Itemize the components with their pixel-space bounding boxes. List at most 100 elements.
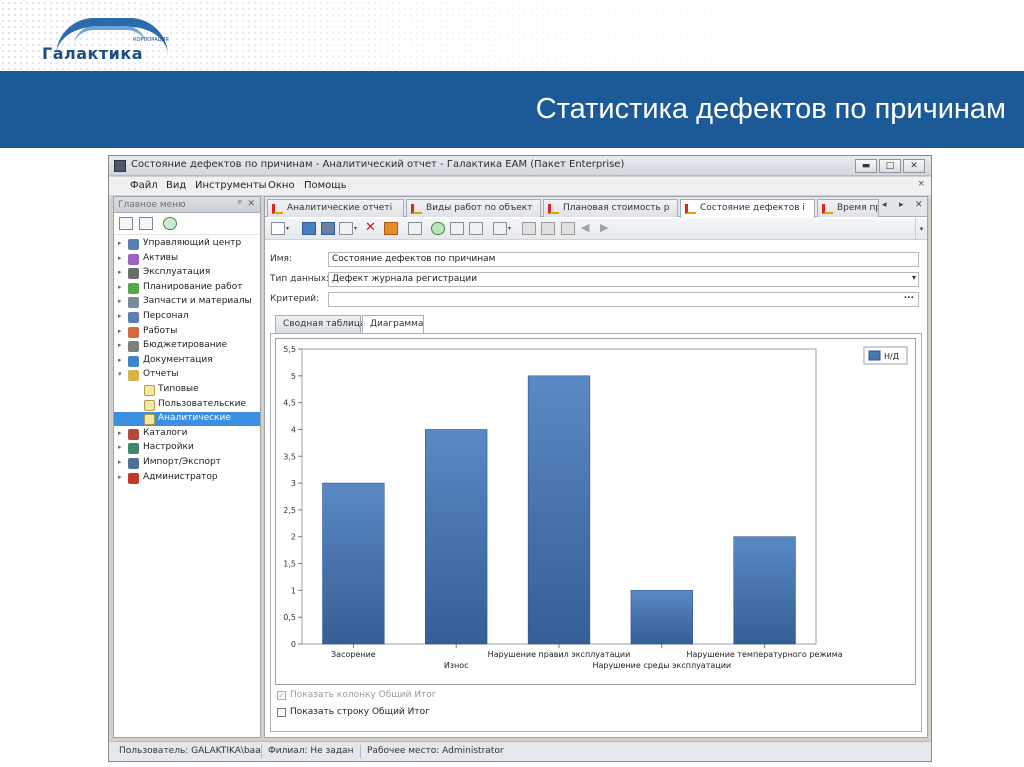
document-tabs: Аналитические отчеті Виды работ по объек… [265, 197, 927, 218]
new-dropdown-icon[interactable]: ▾ [286, 225, 292, 238]
parts-icon [128, 297, 139, 309]
expand-all-icon[interactable] [139, 217, 153, 230]
import-export-icon [128, 458, 139, 469]
tab-pivot-table[interactable]: Сводная таблица [275, 315, 366, 333]
panel-close-icon[interactable]: ✕ [247, 199, 255, 209]
chevron-right-icon[interactable]: ▸ [118, 341, 122, 349]
zoom-icon[interactable] [561, 222, 575, 235]
export-icon[interactable] [493, 222, 507, 235]
tree-item[interactable]: ▸ Документация [114, 354, 260, 368]
tree-item[interactable]: ▸ Активы [114, 252, 260, 266]
tree-subitem[interactable]: Типовые [114, 383, 260, 397]
window-titlebar[interactable]: Состояние дефектов по причинам - Аналити… [109, 156, 931, 176]
refresh-report-icon[interactable] [431, 222, 445, 235]
chevron-down-icon[interactable]: ▾ [912, 273, 916, 282]
menu-help[interactable]: Помощь [304, 180, 347, 191]
chevron-right-icon[interactable]: ▸ [118, 443, 122, 451]
back-icon[interactable]: ◀ [581, 222, 595, 235]
print-settings-icon[interactable] [522, 222, 536, 235]
tree-subitem[interactable]: Аналитические [114, 412, 260, 427]
tab-prev-icon[interactable]: ◂ [882, 200, 887, 210]
tree-item-label: Импорт/Экспорт [143, 457, 221, 467]
menu-tools[interactable]: Инструменты [195, 180, 267, 191]
tree-item-label: Работы [143, 325, 178, 336]
report-settings-icon[interactable] [384, 222, 398, 235]
chevron-right-icon[interactable]: ▸ [118, 254, 122, 262]
new-icon[interactable] [271, 222, 285, 235]
tree-item[interactable]: ▸ Персонал [114, 310, 260, 324]
datatype-select[interactable]: Дефект журнала регистрации ▾ [328, 272, 919, 287]
chevron-right-icon[interactable]: ▸ [118, 429, 122, 437]
y-tick-label: 5 [291, 372, 296, 381]
planning-icon [128, 282, 139, 294]
report-icon [685, 204, 696, 214]
forward-icon[interactable]: ▶ [600, 222, 614, 235]
close-button[interactable]: ✕ [903, 159, 925, 173]
chevron-right-icon[interactable]: ▸ [118, 283, 122, 291]
tab-planned-cost[interactable]: Плановая стоимость р [543, 199, 678, 217]
refresh-icon[interactable] [163, 217, 177, 230]
menu-close-icon[interactable]: × [917, 179, 925, 189]
chevron-right-icon[interactable]: ▸ [118, 356, 122, 364]
chevron-right-icon[interactable]: ▸ [118, 312, 122, 320]
filter-icon[interactable] [450, 222, 464, 235]
tab-work-types[interactable]: Виды работ по объект [406, 199, 541, 217]
total-column-checkbox[interactable]: ✓ [277, 691, 286, 700]
tree-item[interactable]: ▸ Управляющий центр [114, 237, 260, 251]
chevron-right-icon[interactable]: ▸ [118, 268, 122, 276]
tree-item-label: Запчасти и материалы [143, 296, 252, 307]
save-as-icon[interactable] [321, 222, 335, 235]
tab-chart[interactable]: Диаграмма [362, 315, 424, 334]
name-field[interactable]: Состояние дефектов по причинам [328, 252, 919, 267]
tree-item[interactable]: ▸ Запчасти и материалы [114, 295, 260, 309]
menu-view[interactable]: Вид [166, 180, 186, 191]
y-tick-label: 3,5 [283, 452, 296, 461]
menu-file[interactable]: Файл [130, 180, 158, 191]
tree-subitem[interactable]: Пользовательские [114, 398, 260, 412]
toolbar-overflow-icon[interactable]: ▾ [915, 218, 927, 240]
pin-icon[interactable]: ᵖ [238, 199, 242, 209]
tree-item[interactable]: ▾ Отчеты [114, 368, 260, 382]
admin-icon [128, 472, 139, 484]
copy-dropdown-icon[interactable]: ▾ [354, 225, 360, 238]
ellipsis-button[interactable]: ... [904, 291, 914, 301]
tree-item-label: Персонал [143, 311, 189, 321]
chevron-right-icon[interactable]: ▸ [118, 327, 122, 335]
tab-analytic-reports[interactable]: Аналитические отчеті [267, 199, 404, 217]
criteria-field[interactable]: ... [328, 291, 919, 307]
total-row-checkbox[interactable] [277, 708, 286, 717]
tree-item[interactable]: ▸ Настройки [114, 441, 260, 455]
collapse-all-icon[interactable] [119, 217, 133, 230]
tree-item[interactable]: ▸ Импорт/Экспорт [114, 456, 260, 470]
chevron-down-icon[interactable]: ▾ [118, 370, 122, 378]
minimize-button[interactable]: ▬ [855, 159, 877, 173]
tree-item[interactable]: ▸ Бюджетирование [114, 339, 260, 353]
tab-close-icon[interactable]: ✕ [915, 200, 923, 210]
menu-window[interactable]: Окно [268, 180, 295, 191]
tree-item-label: Документация [143, 354, 213, 365]
chevron-right-icon[interactable]: ▸ [118, 458, 122, 466]
save-icon[interactable] [302, 222, 316, 235]
tree-item[interactable]: ▸ Каталоги [114, 427, 260, 441]
tree-item[interactable]: ▸ Эксплуатация [114, 266, 260, 280]
tree-item[interactable]: ▸ Администратор [114, 471, 260, 485]
chevron-right-icon[interactable]: ▸ [118, 473, 122, 481]
copy-icon[interactable] [339, 222, 353, 235]
tree-item[interactable]: ▸ Работы [114, 325, 260, 339]
export-dropdown-icon[interactable]: ▾ [508, 225, 514, 238]
chevron-right-icon[interactable]: ▸ [118, 239, 122, 247]
total-row-label: Показать строку Общий Итог [290, 707, 430, 717]
undo-icon[interactable] [408, 222, 422, 235]
chevron-right-icon[interactable]: ▸ [118, 297, 122, 305]
maximize-button[interactable]: □ [879, 159, 901, 173]
tree-item[interactable]: ▸ Планирование работ [114, 281, 260, 295]
tab-next-icon[interactable]: ▸ [899, 200, 904, 210]
report-toolbar: ▾ ▾ ✕ ▾ ◀ ▶ ▾ [265, 218, 927, 240]
tab-defect-state[interactable]: Состояние дефектов і [680, 199, 815, 218]
y-tick-label: 0 [291, 640, 296, 649]
delete-icon[interactable]: ✕ [365, 221, 379, 235]
tab-time[interactable]: Время пр [817, 199, 879, 217]
filter-clear-icon[interactable] [469, 222, 483, 235]
layout-icon[interactable] [541, 222, 555, 235]
bar-2 [527, 375, 591, 645]
